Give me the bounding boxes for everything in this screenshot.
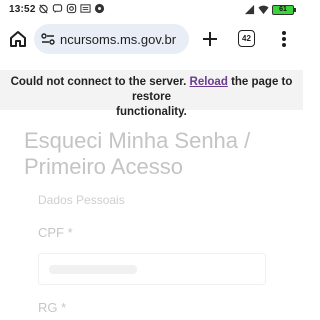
browser-toolbar: ncursoms.ms.gov.br 42 [0,20,303,60]
alarm-off-icon [39,4,48,14]
status-time: 13:52 [9,4,36,15]
site-settings-icon[interactable] [40,31,56,47]
section-heading: Dados Pessoais [38,193,125,207]
signal-icon [244,4,255,15]
home-icon [10,31,26,47]
new-tab-button[interactable] [198,27,222,51]
tab-switcher-button[interactable]: 42 [238,30,255,47]
page-title: Esqueci Minha Senha / Primeiro Acesso [24,128,251,179]
notification-icons [38,3,105,14]
news-icon [80,4,91,13]
cpf-value-redacted [49,265,137,274]
connection-error-banner: Could not connect to the server. Reload … [0,70,303,118]
status-bar: 13:52 61 [0,0,303,20]
notice-line-2: functionality. [116,106,187,118]
system-icons: 61 [244,4,296,15]
home-button[interactable] [7,28,29,50]
rg-label: RG * [38,300,67,315]
plus-icon [203,32,217,46]
instagram-icon [66,3,77,14]
chat-icon [52,4,63,14]
cpf-input[interactable] [38,253,266,285]
reload-link[interactable]: Reload [190,76,228,88]
address-bar[interactable]: ncursoms.ms.gov.br [34,24,189,54]
wifi-icon [258,5,269,15]
notice-text-before: Could not connect to the server. [10,76,187,88]
overflow-menu-button[interactable] [276,28,292,50]
notice-line-1: Could not connect to the server. Reload … [0,75,303,105]
battery-indicator: 61 [272,4,296,15]
more-vert-icon [282,31,286,47]
url-text: ncursoms.ms.gov.br [60,32,177,47]
cpf-label: CPF * [38,225,73,240]
flower-icon [94,3,105,14]
